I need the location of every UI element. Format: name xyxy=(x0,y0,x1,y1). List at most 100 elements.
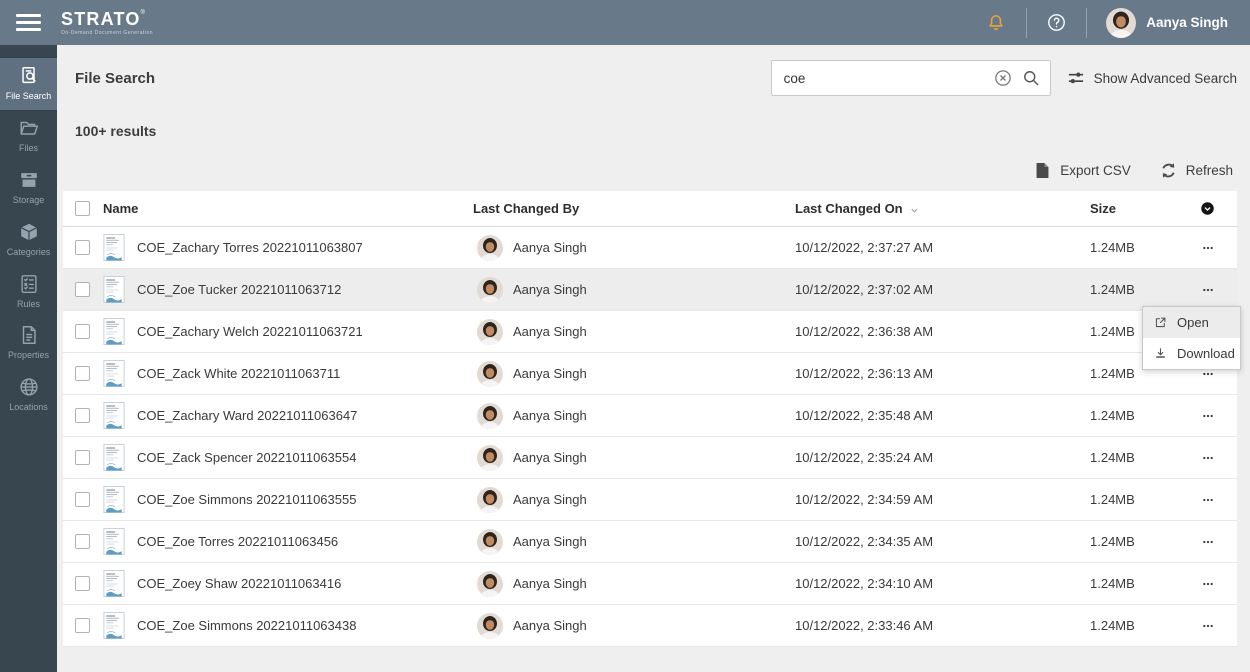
table-row[interactable]: COE_Zachary Ward 20221011063647 Aanya Si… xyxy=(63,395,1237,437)
column-label-changed-on: Last Changed On xyxy=(795,201,903,216)
row-check-cell xyxy=(63,282,103,297)
select-all-checkbox[interactable] xyxy=(75,201,90,216)
ellipsis-icon xyxy=(1200,450,1216,466)
file-name[interactable]: COE_Zachary Torres 20221011063807 xyxy=(137,240,363,255)
show-advanced-search-button[interactable]: Show Advanced Search xyxy=(1066,68,1237,88)
table-row[interactable]: COE_Zack White 20221011063711 Aanya Sing… xyxy=(63,353,1237,395)
logo-registered-mark: ® xyxy=(140,9,145,16)
page-title: File Search xyxy=(75,69,156,87)
storage-icon xyxy=(18,169,40,191)
row-checkbox[interactable] xyxy=(75,324,90,339)
document-preview-icon xyxy=(103,486,125,513)
row-more-button[interactable] xyxy=(1178,450,1237,466)
app-logo: STRATO® On-Demand Document Generation xyxy=(61,10,153,36)
export-csv-label: Export CSV xyxy=(1060,163,1131,178)
hamburger-icon xyxy=(16,20,41,25)
row-checkbox[interactable] xyxy=(75,492,90,507)
row-checkbox[interactable] xyxy=(75,366,90,381)
sidebar-item-files[interactable]: Files xyxy=(0,110,57,162)
file-name[interactable]: COE_Zoe Torres 20221011063456 xyxy=(137,534,338,549)
help-button[interactable] xyxy=(1026,7,1086,38)
name-cell: COE_Zoey Shaw 20221011063416 xyxy=(103,570,473,597)
table-row[interactable]: COE_Zack Spencer 20221011063554 Aanya Si… xyxy=(63,437,1237,479)
refresh-button[interactable]: Refresh xyxy=(1159,161,1233,180)
download-icon xyxy=(1153,346,1168,361)
row-checkbox[interactable] xyxy=(75,618,90,633)
notifications-button[interactable] xyxy=(966,8,1026,38)
menu-item-open[interactable]: Open xyxy=(1143,307,1240,338)
sync-icon xyxy=(1159,161,1178,180)
row-more-button[interactable] xyxy=(1178,240,1237,256)
row-checkbox[interactable] xyxy=(75,240,90,255)
row-more-button[interactable] xyxy=(1178,618,1237,634)
table-row[interactable]: COE_Zoey Shaw 20221011063416 Aanya Singh… xyxy=(63,563,1237,605)
sidebar-item-rules[interactable]: Rules xyxy=(0,266,57,318)
table-row[interactable]: COE_Zachary Welch 20221011063721 Aanya S… xyxy=(63,311,1237,353)
results-count: 100+ results xyxy=(75,123,157,139)
table-row[interactable]: COE_Zoe Tucker 20221011063712 Aanya Sing… xyxy=(63,269,1237,311)
table-row[interactable]: COE_Zoe Torres 20221011063456 Aanya Sing… xyxy=(63,521,1237,563)
changed-by-avatar xyxy=(477,235,503,261)
file-name[interactable]: COE_Zoey Shaw 20221011063416 xyxy=(137,576,341,591)
changed-by-name: Aanya Singh xyxy=(513,618,587,633)
changed-on-date: 10/12/2022, 2:36:13 AM xyxy=(795,366,934,381)
sidebar-item-categories[interactable]: Categories xyxy=(0,214,57,266)
hamburger-icon xyxy=(16,13,41,17)
changed-on-date: 10/12/2022, 2:36:38 AM xyxy=(795,324,934,339)
file-name[interactable]: COE_Zack White 20221011063711 xyxy=(137,366,340,381)
document-preview-icon xyxy=(103,528,125,555)
name-cell: COE_Zack White 20221011063711 xyxy=(103,360,473,387)
file-name[interactable]: COE_Zoe Simmons 20221011063555 xyxy=(137,492,356,507)
column-header-changed-by[interactable]: Last Changed By xyxy=(473,201,795,216)
file-name[interactable]: COE_Zoe Tucker 20221011063712 xyxy=(137,282,341,297)
bell-icon xyxy=(985,12,1007,34)
logo-text: STRATO xyxy=(61,8,141,29)
row-more-button[interactable] xyxy=(1178,408,1237,424)
row-checkbox[interactable] xyxy=(75,534,90,549)
row-checkbox[interactable] xyxy=(75,408,90,423)
sidebar-item-label: Files xyxy=(18,142,38,153)
strato-app: STRATO® On-Demand Document Generation Aa… xyxy=(0,0,1250,672)
sidebar-item-storage[interactable]: Storage xyxy=(0,162,57,214)
row-checkbox[interactable] xyxy=(75,576,90,591)
table-row[interactable]: COE_Zoe Simmons 20221011063555 Aanya Sin… xyxy=(63,479,1237,521)
row-more-button[interactable] xyxy=(1178,576,1237,592)
file-name[interactable]: COE_Zoe Simmons 20221011063438 xyxy=(137,618,356,633)
changed-on-date: 10/12/2022, 2:34:59 AM xyxy=(795,492,934,507)
changed-by-avatar xyxy=(477,613,503,639)
chevron-down-icon xyxy=(908,204,921,217)
row-check-cell xyxy=(63,576,103,591)
export-csv-button[interactable]: Export CSV xyxy=(1033,161,1131,180)
column-options-button[interactable] xyxy=(1178,201,1237,216)
open-icon xyxy=(1153,315,1168,330)
row-more-button[interactable] xyxy=(1178,282,1237,298)
column-header-name[interactable]: Name xyxy=(103,201,473,216)
row-more-button[interactable] xyxy=(1178,492,1237,508)
hamburger-menu-button[interactable] xyxy=(0,0,57,45)
file-name[interactable]: COE_Zachary Ward 20221011063647 xyxy=(137,408,357,423)
table-row[interactable]: COE_Zoe Simmons 20221011063438 Aanya Sin… xyxy=(63,605,1237,647)
user-menu[interactable]: Aanya Singh xyxy=(1086,7,1250,38)
topbar-right: Aanya Singh xyxy=(966,0,1250,45)
clear-search-icon[interactable] xyxy=(993,68,1013,88)
properties-icon xyxy=(18,324,40,346)
search-icon[interactable] xyxy=(1021,68,1041,88)
changed-by-cell: Aanya Singh xyxy=(473,319,795,345)
sidebar-item-properties[interactable]: Properties xyxy=(0,317,57,369)
row-more-button[interactable] xyxy=(1178,534,1237,550)
changed-by-name: Aanya Singh xyxy=(513,534,587,549)
menu-item-download[interactable]: Download xyxy=(1143,338,1240,369)
column-header-size[interactable]: Size xyxy=(1090,201,1178,216)
table-row[interactable]: COE_Zachary Torres 20221011063807 Aanya … xyxy=(63,227,1237,269)
name-cell: COE_Zoe Simmons 20221011063438 xyxy=(103,612,473,639)
sidebar-item-locations[interactable]: Locations xyxy=(0,369,57,421)
row-checkbox[interactable] xyxy=(75,450,90,465)
main-content: File Search Show Advanced Search 100+ re… xyxy=(57,45,1250,672)
column-header-changed-on[interactable]: Last Changed On xyxy=(795,201,1090,217)
file-name[interactable]: COE_Zack Spencer 20221011063554 xyxy=(137,450,356,465)
file-name[interactable]: COE_Zachary Welch 20221011063721 xyxy=(137,324,363,339)
row-checkbox[interactable] xyxy=(75,282,90,297)
sliders-icon xyxy=(1066,68,1086,88)
sidebar-item-file-search[interactable]: File Search xyxy=(0,58,57,110)
ellipsis-icon xyxy=(1200,618,1216,634)
